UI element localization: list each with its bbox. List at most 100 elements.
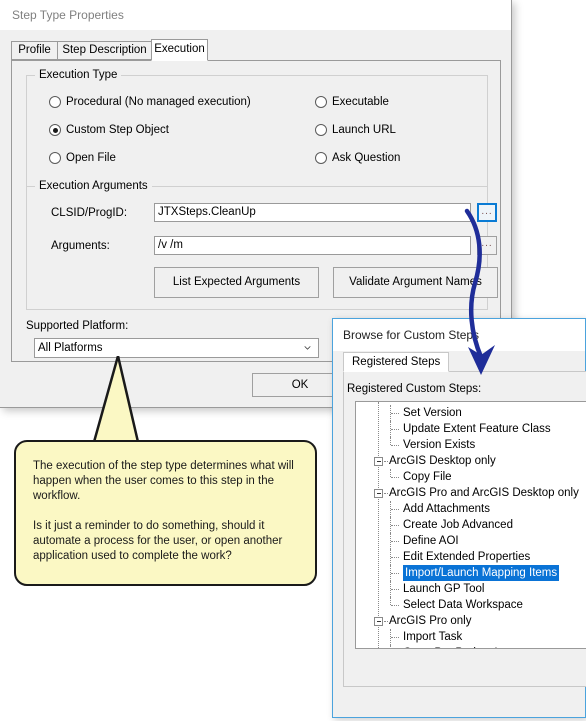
supported-platform-label: Supported Platform:: [26, 320, 129, 332]
tree-guide-line: [391, 525, 399, 526]
tree-item[interactable]: ArcGIS Desktop only: [356, 453, 586, 469]
tree-guide-line: [390, 469, 391, 477]
tab-execution[interactable]: Execution: [151, 39, 208, 61]
supported-platform-select[interactable]: All Platforms: [34, 338, 319, 358]
tree-guide-line: [384, 461, 388, 462]
browse-for-custom-steps-dialog: Browse for Custom Steps Registered Steps…: [332, 318, 586, 718]
tree-guide-line: [384, 621, 388, 622]
tree-item-label: Add Attachments: [403, 503, 490, 515]
radio-launch-url-circle[interactable]: [315, 124, 327, 136]
execution-arguments-groupbox: Execution Arguments CLSID/ProgID: JTXSte…: [26, 180, 498, 310]
execution-tab-panel: Execution Type Procedural (No managed ex…: [11, 60, 501, 362]
registered-steps-tree[interactable]: Set Version Update Extent Feature Class Ve…: [355, 401, 586, 649]
clsid-input[interactable]: JTXSteps.CleanUp: [154, 203, 471, 222]
tree-item[interactable]: Set Version: [356, 405, 586, 421]
tree-guide-line: [391, 605, 399, 606]
clsid-browse-button[interactable]: ...: [477, 203, 497, 222]
execution-type-groupbox: Execution Type Procedural (No managed ex…: [26, 69, 488, 187]
radio-open-file-circle[interactable]: [49, 152, 61, 164]
tree-item-label: Set Version: [403, 407, 462, 419]
registered-custom-steps-label: Registered Custom Steps:: [347, 383, 482, 395]
tree-item-label: Select Data Workspace: [403, 599, 523, 611]
tree-item-label: Import Task: [403, 631, 463, 643]
tree-guide-line: [391, 445, 399, 446]
browse-dialog-title: Browse for Custom Steps: [343, 328, 480, 342]
arguments-label: Arguments:: [51, 240, 110, 252]
tree-item-label: Launch GP Tool: [403, 583, 485, 595]
tab-step-description[interactable]: Step Description: [57, 41, 152, 60]
radio-custom-step-object-circle[interactable]: [49, 124, 61, 136]
arguments-input[interactable]: /v /m: [154, 236, 471, 255]
tree-guide-line: [390, 437, 391, 445]
tab-profile[interactable]: Profile: [11, 41, 58, 60]
tree-item-label-selected: Import/Launch Mapping Items: [403, 565, 560, 581]
tree-item[interactable]: Define AOI: [356, 533, 586, 549]
annotation-callout: The execution of the step type determine…: [14, 440, 317, 586]
tree-item[interactable]: Edit Extended Properties: [356, 549, 586, 565]
arguments-browse-button[interactable]: ...: [477, 236, 497, 255]
tree-guide-line: [391, 509, 399, 510]
execution-type-group-label: Execution Type: [35, 69, 122, 81]
tree-item-label: ArcGIS Pro and ArcGIS Desktop only: [389, 487, 579, 499]
tree-collapse-icon[interactable]: [374, 457, 383, 466]
radio-executable-label: Executable: [332, 96, 389, 108]
tree-item-label: Update Extent Feature Class: [403, 423, 551, 435]
radio-open-file-label: Open File: [66, 152, 116, 164]
tree-guide-line: [384, 493, 388, 494]
radio-procedural-circle[interactable]: [49, 96, 61, 108]
radio-launch-url-label: Launch URL: [332, 124, 396, 136]
radio-ask-question[interactable]: Ask Question: [315, 152, 400, 164]
radio-executable[interactable]: Executable: [315, 96, 389, 108]
tree-item[interactable]: Import/Launch Mapping Items: [356, 565, 586, 581]
annotation-callout-text: The execution of the step type determine…: [33, 460, 294, 562]
tree-guide-line: [391, 477, 399, 478]
tree-item[interactable]: Import Task: [356, 629, 586, 645]
radio-launch-url[interactable]: Launch URL: [315, 124, 396, 136]
radio-ask-question-circle[interactable]: [315, 152, 327, 164]
tree-collapse-icon[interactable]: [374, 617, 383, 626]
radio-open-file[interactable]: Open File: [49, 152, 116, 164]
tree-item-label: ArcGIS Desktop only: [389, 455, 496, 467]
tree-collapse-icon[interactable]: [374, 489, 383, 498]
tree-item-label: Open Pro Project Items: [403, 645, 523, 648]
tree-item-label: ArcGIS Pro only: [389, 615, 472, 627]
main-dialog-title: Step Type Properties: [12, 8, 124, 22]
validate-argument-names-button[interactable]: Validate Argument Names: [333, 267, 498, 298]
tree-guide-line: [391, 589, 399, 590]
tree-guide-line: [391, 429, 399, 430]
tree-item[interactable]: Update Extent Feature Class: [356, 421, 586, 437]
tree-item-label: Edit Extended Properties: [403, 551, 531, 563]
radio-ask-question-label: Ask Question: [332, 152, 401, 164]
execution-arguments-group-label: Execution Arguments: [35, 180, 152, 192]
tree-guide-line: [391, 573, 399, 574]
tree-item-label: Version Exists: [403, 439, 476, 451]
tree-item[interactable]: ArcGIS Pro and ArcGIS Desktop only: [356, 485, 586, 501]
radio-procedural-label: Procedural (No managed execution): [66, 96, 251, 108]
radio-custom-step-object-label: Custom Step Object: [66, 124, 169, 136]
tree-item-label: Define AOI: [403, 535, 459, 547]
list-expected-arguments-button[interactable]: List Expected Arguments: [154, 267, 319, 298]
tree-item[interactable]: Open Pro Project Items: [356, 645, 586, 648]
tree-item[interactable]: ArcGIS Pro only: [356, 613, 586, 629]
tree-guide-line: [390, 597, 391, 605]
tree-item-label: Copy File: [403, 471, 452, 483]
tree-guide-line: [390, 645, 391, 648]
radio-procedural[interactable]: Procedural (No managed execution): [49, 96, 251, 108]
tree-item[interactable]: Select Data Workspace: [356, 597, 586, 613]
browse-dialog-titlebar: Browse for Custom Steps: [333, 319, 585, 351]
callout-pointer: [92, 356, 140, 444]
tree-item[interactable]: Version Exists: [356, 437, 586, 453]
radio-custom-step-object[interactable]: Custom Step Object: [49, 124, 169, 136]
tree-item[interactable]: Copy File: [356, 469, 586, 485]
tree-item[interactable]: Launch GP Tool: [356, 581, 586, 597]
chevron-down-icon: [304, 346, 311, 350]
tree-item[interactable]: Create Job Advanced: [356, 517, 586, 533]
radio-executable-circle[interactable]: [315, 96, 327, 108]
supported-platform-value: All Platforms: [38, 342, 103, 354]
tree-guide-line: [391, 557, 399, 558]
tab-registered-steps[interactable]: Registered Steps: [343, 352, 450, 372]
tree-guide-line: [391, 637, 399, 638]
tree-guide-line: [391, 541, 399, 542]
clsid-label: CLSID/ProgID:: [51, 207, 128, 219]
tree-item[interactable]: Add Attachments: [356, 501, 586, 517]
